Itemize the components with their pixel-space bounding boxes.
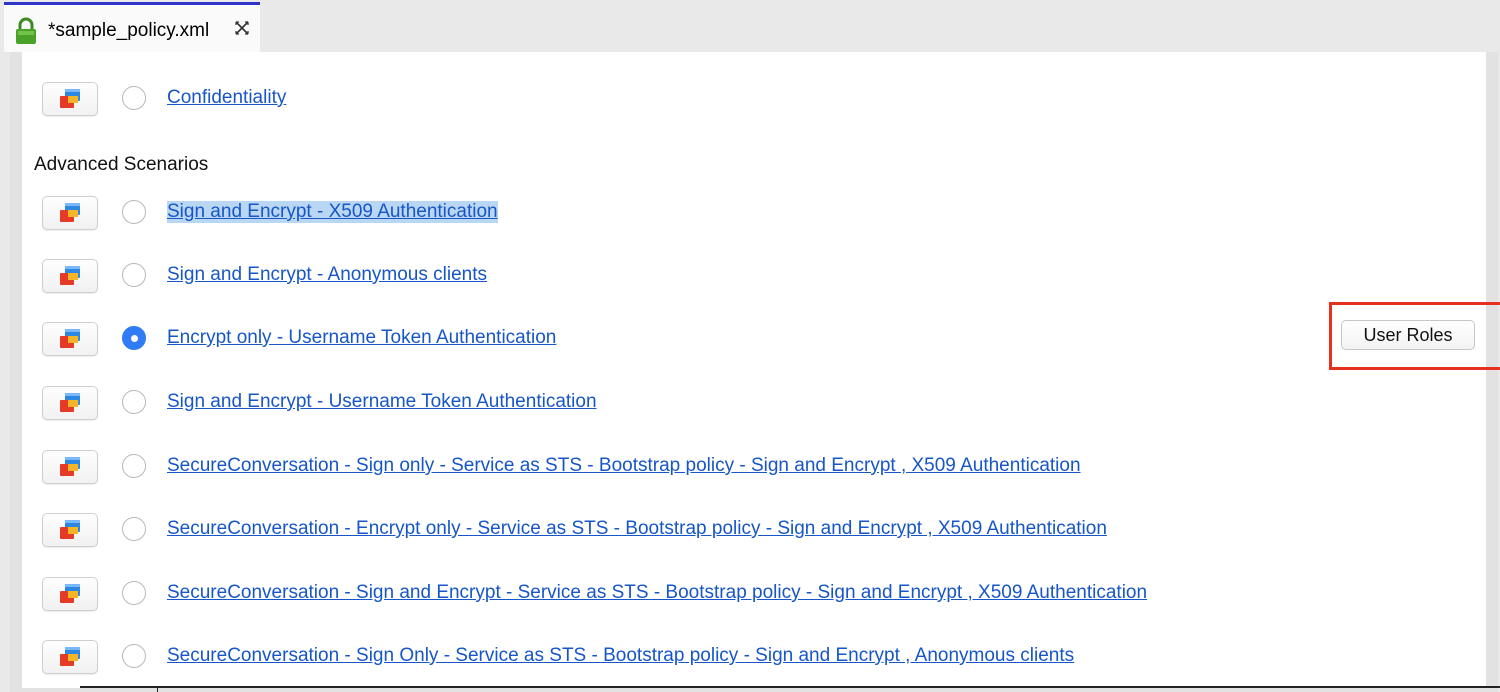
- policy-row: SecureConversation - Sign and Encrypt - …: [22, 575, 1486, 615]
- policy-row: Sign and Encrypt - Anonymous clients: [22, 257, 1486, 297]
- table-column-divider: [157, 686, 158, 692]
- policy-config-icon: [60, 266, 80, 285]
- user-roles-button[interactable]: User Roles: [1341, 320, 1475, 350]
- policy-config-icon: [60, 393, 80, 412]
- policy-radio[interactable]: [122, 454, 146, 478]
- policy-radio[interactable]: [122, 644, 146, 668]
- policy-link[interactable]: Confidentiality: [167, 87, 286, 109]
- policy-config-icon: [60, 457, 80, 476]
- policy-config-button[interactable]: [42, 386, 98, 420]
- close-icon[interactable]: [232, 18, 252, 38]
- policy-link[interactable]: Encrypt only - Username Token Authentica…: [167, 327, 556, 349]
- policy-config-icon: [60, 203, 80, 222]
- policy-radio[interactable]: [122, 263, 146, 287]
- policy-row: SecureConversation - Encrypt only - Serv…: [22, 511, 1486, 551]
- tab-sample-policy[interactable]: *sample_policy.xml: [4, 2, 260, 52]
- policy-link[interactable]: SecureConversation - Sign Only - Service…: [167, 645, 1074, 667]
- security-policy-panel: Confidentiality Advanced Scenarios Sign …: [22, 52, 1500, 688]
- policy-config-button[interactable]: [42, 450, 98, 484]
- policy-radio-selected[interactable]: [122, 326, 146, 350]
- policy-row: SecureConversation - Sign Only - Service…: [22, 638, 1486, 678]
- policy-radio[interactable]: [122, 86, 146, 110]
- policy-config-icon: [60, 89, 80, 108]
- policy-radio[interactable]: [122, 581, 146, 605]
- policy-radio[interactable]: [122, 200, 146, 224]
- section-title-advanced-scenarios: Advanced Scenarios: [34, 154, 209, 175]
- editor-area: Confidentiality Advanced Scenarios Sign …: [10, 52, 1500, 692]
- policy-config-icon: [60, 647, 80, 666]
- policy-config-button[interactable]: [42, 196, 98, 230]
- policy-link[interactable]: SecureConversation - Encrypt only - Serv…: [167, 518, 1107, 540]
- table-border-line: [80, 686, 1500, 688]
- policy-config-button[interactable]: [42, 640, 98, 674]
- policy-config-button[interactable]: [42, 577, 98, 611]
- policy-link[interactable]: Sign and Encrypt - X509 Authentication: [167, 201, 498, 223]
- editor-tab-bar: *sample_policy.xml: [0, 0, 1500, 52]
- policy-link[interactable]: SecureConversation - Sign only - Service…: [167, 455, 1081, 477]
- policy-row: Encrypt only - Username Token Authentica…: [22, 320, 1486, 360]
- policy-link[interactable]: SecureConversation - Sign and Encrypt - …: [167, 582, 1147, 604]
- policy-row-confidentiality: Confidentiality: [22, 80, 1486, 120]
- policy-row: SecureConversation - Sign only - Service…: [22, 448, 1486, 488]
- policy-config-button[interactable]: [42, 513, 98, 547]
- policy-radio[interactable]: [122, 517, 146, 541]
- tab-title: *sample_policy.xml: [48, 20, 210, 41]
- policy-link[interactable]: Sign and Encrypt - Anonymous clients: [167, 264, 487, 286]
- policy-row: Sign and Encrypt - X509 Authentication: [22, 194, 1486, 234]
- policy-row: Sign and Encrypt - Username Token Authen…: [22, 384, 1486, 424]
- policy-config-button[interactable]: [42, 322, 98, 356]
- policy-link[interactable]: Sign and Encrypt - Username Token Authen…: [167, 391, 597, 413]
- policy-config-icon: [60, 584, 80, 603]
- policy-config-button[interactable]: [42, 259, 98, 293]
- policy-config-icon: [60, 329, 80, 348]
- policy-config-button[interactable]: [42, 82, 98, 116]
- lock-icon: [16, 17, 36, 44]
- policy-config-icon: [60, 520, 80, 539]
- policy-radio[interactable]: [122, 390, 146, 414]
